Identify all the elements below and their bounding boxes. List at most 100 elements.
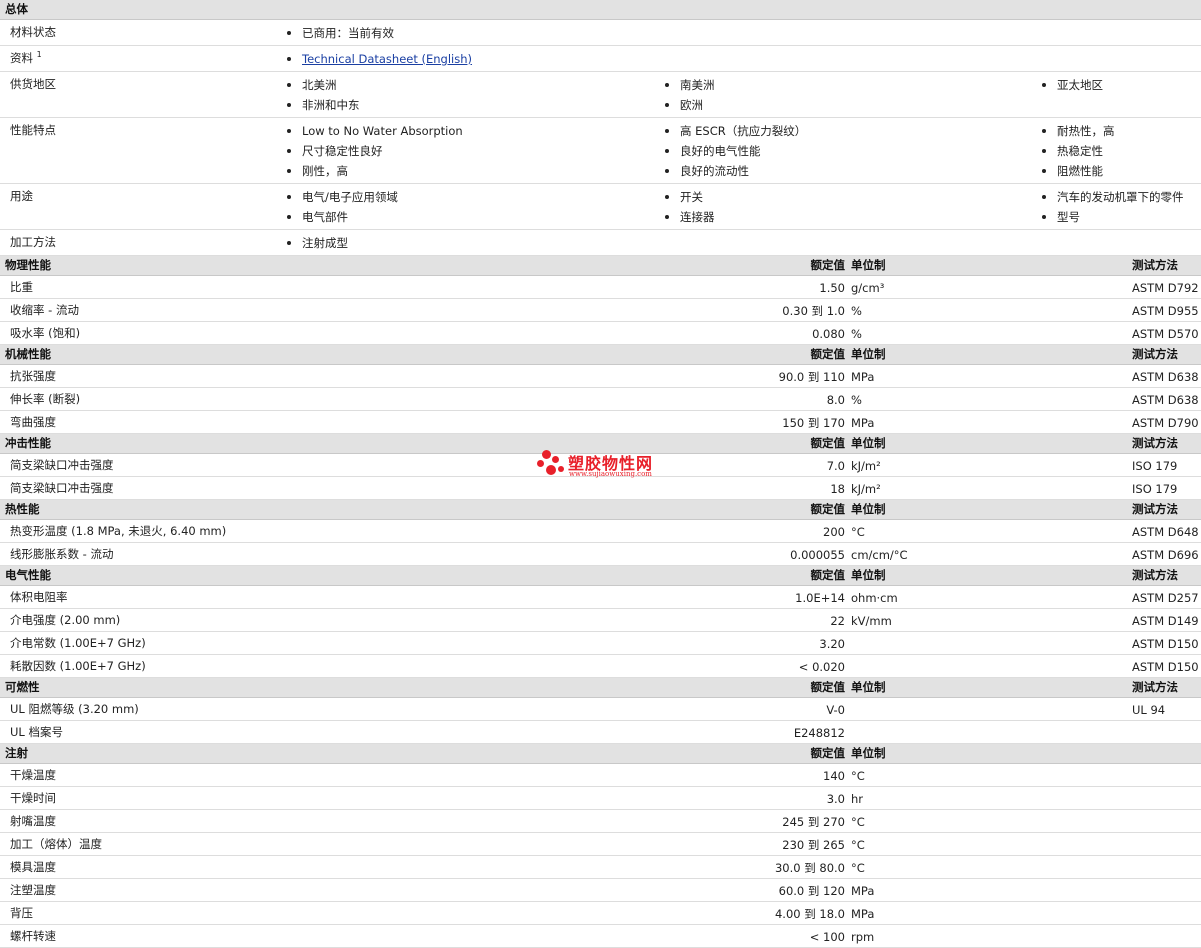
property-value: < 100 bbox=[809, 930, 845, 944]
property-label: 体积电阻率 bbox=[10, 590, 68, 604]
property-row: 伸长率 (断裂) 8.0% ASTM D638 bbox=[0, 388, 1201, 411]
value-column: 高 ESCR（抗应力裂纹） 良好的电气性能 良好的流动性 bbox=[665, 121, 806, 181]
row-label-text: 材料状态 bbox=[10, 25, 56, 39]
property-unit: ohm·cm bbox=[851, 591, 898, 605]
section-header: 热性能 额定值 单位制 测试方法 bbox=[0, 500, 1201, 520]
property-value: 140 bbox=[823, 769, 845, 783]
section-header: 可燃性 额定值 单位制 测试方法 bbox=[0, 678, 1201, 698]
property-unit: °C bbox=[851, 838, 865, 852]
overview-row: 性能特点 Low to No Water Absorption 尺寸稳定性良好 刚性，… bbox=[0, 118, 1201, 184]
property-row: 体积电阻率 1.0E+14 ohm·cm ASTM D257 bbox=[0, 586, 1201, 609]
column-header-value: 额定值 bbox=[810, 746, 846, 760]
column-header-value: 额定值 bbox=[810, 258, 846, 272]
section-header: 物理性能 额定值 单位制 测试方法 bbox=[0, 256, 1201, 276]
list-item: 汽车的发动机罩下的零件 bbox=[1042, 187, 1184, 207]
value-column: 亚太地区 bbox=[1042, 75, 1103, 95]
property-label: 弯曲强度 bbox=[10, 415, 56, 429]
property-value: 7.0 bbox=[826, 459, 845, 473]
property-label: UL 阻燃等级 (3.20 mm) bbox=[10, 702, 139, 716]
property-unit: kJ/m² bbox=[851, 482, 881, 496]
value-column: 已商用：当前有效 bbox=[287, 23, 394, 43]
overview-row-label: 资料 1 bbox=[10, 50, 42, 66]
section-header: 注射 额定值 单位制 bbox=[0, 744, 1201, 764]
column-header-method: 测试方法 bbox=[1132, 502, 1178, 516]
list-item: Low to No Water Absorption bbox=[287, 121, 463, 141]
property-row: 螺杆转速 < 100 rpm bbox=[0, 925, 1201, 948]
property-row: 模具温度 30.0 到 80.0 °C bbox=[0, 856, 1201, 879]
value-column: 耐热性，高 热稳定性 阻燃性能 bbox=[1042, 121, 1115, 181]
list-item: 良好的流动性 bbox=[665, 161, 806, 181]
overview-row: 供货地区 北美洲 非洲和中东 南美洲 欧洲 亚太地区 bbox=[0, 72, 1201, 118]
value-column: Low to No Water Absorption 尺寸稳定性良好 刚性，高 bbox=[287, 121, 463, 181]
property-value: 30.0 到 80.0 bbox=[774, 861, 845, 875]
property-value: 0.30 到 1.0 bbox=[782, 304, 845, 318]
property-value: 0.000055 bbox=[790, 548, 845, 562]
section-title: 电气性能 bbox=[5, 568, 51, 582]
footnote-marker: 1 bbox=[36, 50, 42, 60]
list-item: 欧洲 bbox=[665, 95, 715, 115]
column-header-value: 额定值 bbox=[810, 436, 846, 450]
row-label-text: 性能特点 bbox=[10, 123, 56, 137]
list-item: 尺寸稳定性良好 bbox=[287, 141, 463, 161]
property-row: 抗张强度 90.0 到 110 MPa ASTM D638 bbox=[0, 365, 1201, 388]
overview-row: 加工方法 注射成型 bbox=[0, 230, 1201, 256]
column-header-method: 测试方法 bbox=[1132, 436, 1178, 450]
property-label: 比重 bbox=[10, 280, 33, 294]
list-item: 非洲和中东 bbox=[287, 95, 360, 115]
overview-row: 用途 电气/电子应用领域 电气部件 开关 连接器 汽车的发动机罩下的零件 型号 bbox=[0, 184, 1201, 230]
property-label: 热变形温度 (1.8 MPa, 未退火, 6.40 mm) bbox=[10, 524, 227, 538]
property-test-method: ISO 179 bbox=[1132, 459, 1178, 473]
property-label: 耗散因数 (1.00E+7 GHz) bbox=[10, 659, 146, 673]
overview-row: 材料状态 已商用：当前有效 bbox=[0, 20, 1201, 46]
property-row: 干燥温度 140 °C bbox=[0, 764, 1201, 787]
property-row: 吸水率 (饱和) 0.080% ASTM D570 bbox=[0, 322, 1201, 345]
property-unit: °C bbox=[851, 815, 865, 829]
list-item: 北美洲 bbox=[287, 75, 360, 95]
property-test-method: ASTM D696 bbox=[1132, 548, 1199, 562]
property-unit: °C bbox=[851, 769, 865, 783]
row-label-text: 资料 bbox=[10, 51, 33, 65]
value-column: Technical Datasheet (English) bbox=[287, 49, 472, 69]
property-unit: MPa bbox=[851, 907, 875, 921]
column-header-method: 测试方法 bbox=[1132, 347, 1178, 361]
section-title: 热性能 bbox=[5, 502, 40, 516]
property-test-method: ASTM D150 bbox=[1132, 637, 1199, 651]
column-header-method: 测试方法 bbox=[1132, 680, 1178, 694]
property-value: 1.0E+14 bbox=[795, 591, 845, 605]
property-value: E248812 bbox=[793, 726, 845, 740]
property-label: 干燥温度 bbox=[10, 768, 56, 782]
property-value: 230 到 265 bbox=[782, 838, 845, 852]
property-label: 干燥时间 bbox=[10, 791, 56, 805]
value-column: 南美洲 欧洲 bbox=[665, 75, 715, 115]
property-test-method: ASTM D257 bbox=[1132, 591, 1199, 605]
property-value: < 0.020 bbox=[798, 660, 845, 674]
list-item: 电气部件 bbox=[287, 207, 398, 227]
property-label: 背压 bbox=[10, 906, 33, 920]
list-item: 型号 bbox=[1042, 207, 1184, 227]
property-unit: MPa bbox=[851, 416, 875, 430]
property-label: 伸长率 (断裂) bbox=[10, 392, 81, 406]
property-row: 介电常数 (1.00E+7 GHz) 3.20 ASTM D150 bbox=[0, 632, 1201, 655]
property-label: 介电常数 (1.00E+7 GHz) bbox=[10, 636, 146, 650]
property-test-method: ASTM D638 bbox=[1132, 370, 1199, 384]
property-label: 收缩率 - 流动 bbox=[10, 303, 79, 317]
property-label: 线形膨胀系数 - 流动 bbox=[10, 547, 114, 561]
property-unit: kV/mm bbox=[851, 614, 892, 628]
property-value: 3.0 bbox=[826, 792, 845, 806]
list-item: 高 ESCR（抗应力裂纹） bbox=[665, 121, 806, 141]
list-item: 开关 bbox=[665, 187, 715, 207]
property-label: UL 档案号 bbox=[10, 725, 63, 739]
property-row: 收缩率 - 流动 0.30 到 1.0% ASTM D955 bbox=[0, 299, 1201, 322]
property-row: 弯曲强度 150 到 170 MPa ASTM D790 bbox=[0, 411, 1201, 434]
property-value: 22 bbox=[830, 614, 845, 628]
property-value: 245 到 270 bbox=[782, 815, 845, 829]
value-column: 开关 连接器 bbox=[665, 187, 715, 227]
property-value: 90.0 到 110 bbox=[778, 370, 845, 384]
list-item: 南美洲 bbox=[665, 75, 715, 95]
column-header-unit: 单位制 bbox=[851, 436, 886, 450]
datasheet-link[interactable]: Technical Datasheet (English) bbox=[302, 52, 472, 66]
property-row: 介电强度 (2.00 mm) 22 kV/mm ASTM D149 bbox=[0, 609, 1201, 632]
property-label: 抗张强度 bbox=[10, 369, 56, 383]
property-row: 加工（熔体）温度 230 到 265 °C bbox=[0, 833, 1201, 856]
property-label: 简支梁缺口冲击强度 bbox=[10, 458, 114, 472]
